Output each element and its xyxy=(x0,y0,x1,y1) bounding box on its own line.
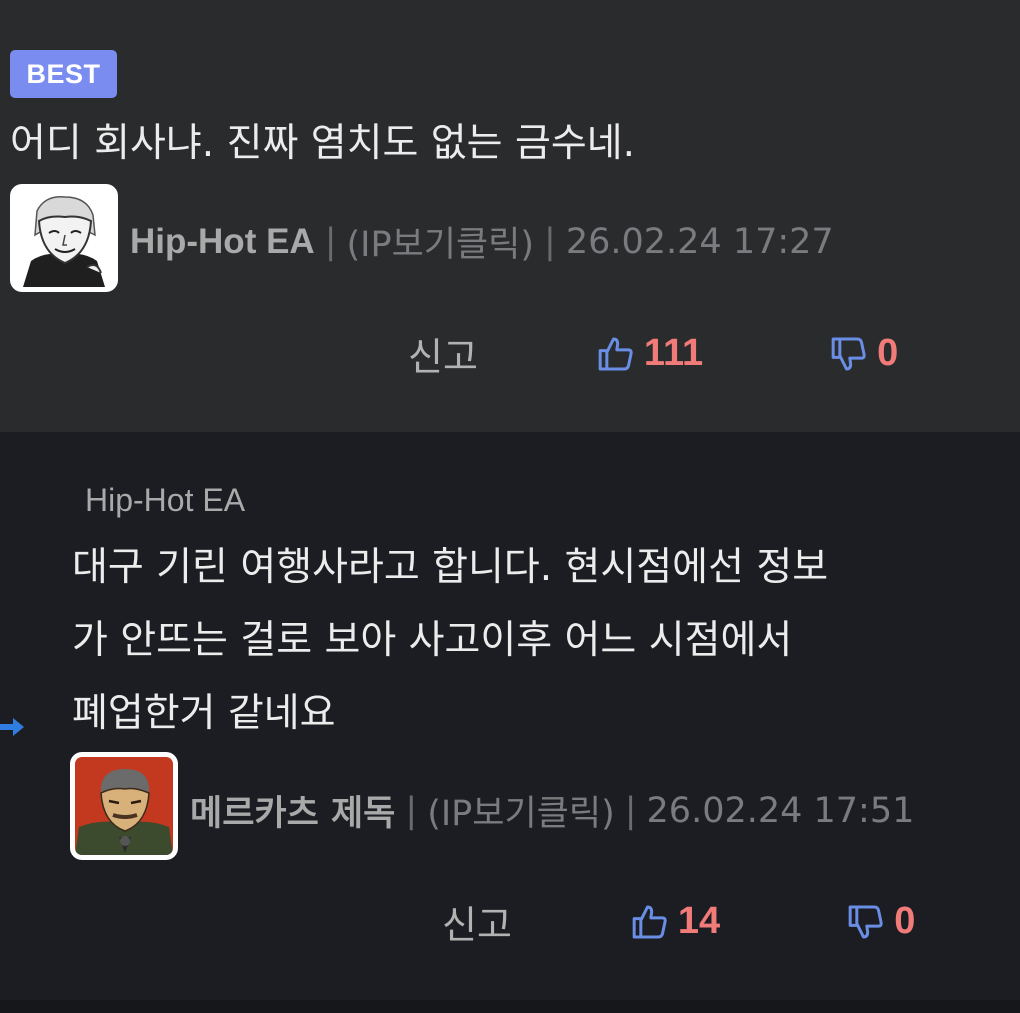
reply-text-line: 대구 기린 여행사라고 합니다. 현시점에선 정보 xyxy=(72,545,829,590)
divider: | xyxy=(624,790,637,831)
reply-text-line: 폐업한거 같네요 xyxy=(72,691,336,736)
author-name[interactable]: Hip-Hot EA xyxy=(130,222,315,262)
ip-view-link[interactable]: (IP보기클릭) xyxy=(427,785,615,836)
like-count: 111 xyxy=(643,332,704,374)
divider: | xyxy=(544,221,556,262)
reply-arrow-icon xyxy=(0,715,26,743)
like-button[interactable]: 14 xyxy=(630,900,720,943)
dislike-button[interactable]: 0 xyxy=(829,332,898,375)
avatar-image xyxy=(75,757,173,855)
comment-actions: 신고 14 0 xyxy=(442,894,915,949)
author-avatar[interactable] xyxy=(70,752,178,860)
comment-datetime: 26.02.24 17:27 xyxy=(565,221,834,262)
dislike-button[interactable]: 0 xyxy=(846,900,915,943)
report-button[interactable]: 신고 xyxy=(442,894,512,949)
thumbs-down-icon xyxy=(831,337,866,370)
thumbs-up-icon xyxy=(632,905,667,938)
report-button[interactable]: 신고 xyxy=(408,326,478,381)
author-avatar[interactable] xyxy=(10,184,118,292)
thumbs-up-icon xyxy=(598,337,633,370)
comment-text: 어디 회사냐. 진짜 염치도 없는 금수네. xyxy=(10,121,635,166)
ip-view-link[interactable]: (IP보기클릭) xyxy=(347,216,535,267)
comment-datetime: 26.02.24 17:51 xyxy=(646,790,915,831)
comment-meta: Hip-Hot EA | (IP보기클릭) | 26.02.24 17:27 xyxy=(130,216,834,267)
divider xyxy=(0,1000,1020,1013)
dislike-count: 0 xyxy=(894,900,916,942)
thumbs-down-icon xyxy=(848,905,883,938)
comment-meta: 메르카츠 제독 | (IP보기클릭) | 26.02.24 17:51 xyxy=(190,785,914,836)
like-button[interactable]: 111 xyxy=(596,332,703,375)
comment-actions: 신고 111 0 xyxy=(408,326,898,381)
like-count: 14 xyxy=(677,900,721,942)
best-comment: BEST 어디 회사냐. 진짜 염치도 없는 금수네. Hip-Hot EA |… xyxy=(0,0,1020,432)
author-name[interactable]: 메르카츠 제독 xyxy=(190,785,395,836)
reply-text-line: 가 안뜨는 걸로 보아 사고이후 어느 시점에서 xyxy=(72,618,793,663)
reply-to-author: Hip-Hot EA xyxy=(85,482,246,518)
divider: | xyxy=(405,790,418,831)
avatar-image xyxy=(15,189,113,287)
dislike-count: 0 xyxy=(877,332,899,374)
best-badge: BEST xyxy=(10,50,117,98)
divider: | xyxy=(324,221,337,262)
